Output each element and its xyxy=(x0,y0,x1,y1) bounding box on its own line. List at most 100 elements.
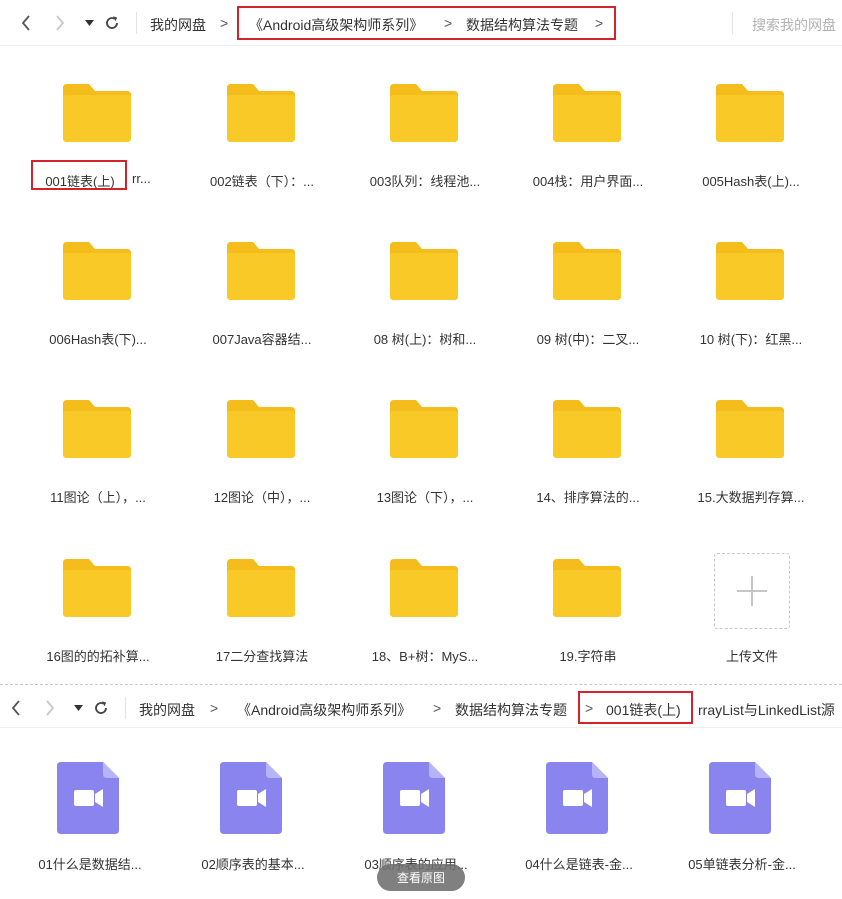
folder-icon xyxy=(553,242,621,300)
folder-item[interactable]: 12图论（中），... xyxy=(187,398,337,538)
folder-icon xyxy=(553,84,621,142)
video-file-icon xyxy=(220,762,282,834)
folder-item[interactable]: 08 树(上)：树和... xyxy=(350,240,500,380)
folder-icon xyxy=(716,84,784,142)
folder-name: 13图论（下），... xyxy=(376,490,474,505)
view-original-button[interactable]: 查看原图 xyxy=(377,864,465,891)
video-file-icon xyxy=(57,762,119,834)
folder-item[interactable]: 15.大数据判存算... xyxy=(676,398,826,538)
folder-icon xyxy=(390,242,458,300)
folder-name: 002链表（下）：... xyxy=(209,174,315,189)
folder-name: 007Java容器结... xyxy=(212,332,312,347)
folder-item[interactable]: 14、排序算法的... xyxy=(513,398,663,538)
folder-item[interactable]: 005Hash表(上)... xyxy=(676,82,826,222)
folder-name: 17二分查找算法 xyxy=(215,649,309,664)
video-file-item[interactable]: 04什么是链表-金... xyxy=(504,762,654,899)
folder-item[interactable]: 09 树(中)：二叉... xyxy=(513,240,663,380)
video-file-name: 02顺序表的基本... xyxy=(201,857,305,872)
breadcrumb-separator: > xyxy=(444,15,453,31)
folder-icon xyxy=(716,400,784,458)
folder-name: 08 树(上)：树和... xyxy=(373,332,477,347)
forward-icon[interactable] xyxy=(40,697,60,719)
nav-separator xyxy=(732,12,733,34)
breadcrumb-android-series[interactable]: 《Android高级架构师系列》 xyxy=(237,700,411,720)
upload-button[interactable] xyxy=(714,553,790,629)
top-navbar: 我的网盘 > 《Android高级架构师系列》 > 数据结构算法专题 > 搜索我… xyxy=(0,0,842,46)
video-file-name: 05单链表分析-金... xyxy=(688,857,796,872)
dropdown-caret-icon[interactable] xyxy=(71,699,85,717)
breadcrumb-separator: > xyxy=(433,700,442,716)
breadcrumb-current-folder[interactable]: 001链表(上) xyxy=(606,700,681,720)
breadcrumb-root[interactable]: 我的网盘 xyxy=(150,15,206,35)
nav-separator xyxy=(136,12,137,34)
folder-item[interactable]: 001链表(上) rr... xyxy=(23,82,173,222)
folder-icon xyxy=(63,559,131,617)
folder-name: 15.大数据判存算... xyxy=(697,490,805,505)
folder-item[interactable]: 002链表（下）：... xyxy=(187,82,337,222)
folder-item[interactable]: 003队列：线程池... xyxy=(350,82,500,222)
folder-icon xyxy=(63,242,131,300)
folder-icon xyxy=(553,400,621,458)
breadcrumb-algorithms[interactable]: 数据结构算法专题 xyxy=(466,15,578,35)
folder-icon xyxy=(390,84,458,142)
folder-item[interactable]: 13图论（下），... xyxy=(350,398,500,538)
folder-item[interactable]: 004栈：用户界面... xyxy=(513,82,663,222)
folder-item[interactable]: 007Java容器结... xyxy=(187,240,337,380)
video-file-name: 01什么是数据结... xyxy=(38,857,142,872)
folder-item[interactable]: 19.字符串 xyxy=(513,557,663,697)
screenshot-divider xyxy=(0,684,842,685)
breadcrumb-separator: > xyxy=(210,700,219,716)
back-icon[interactable] xyxy=(6,697,26,719)
folder-item[interactable]: 18、B+树：MyS... xyxy=(350,557,500,697)
video-file-item[interactable]: 02顺序表的基本... xyxy=(178,762,328,899)
second-navbar: 我的网盘 > 《Android高级架构师系列》 > 数据结构算法专题 > 001… xyxy=(0,688,842,728)
folder-name: 19.字符串 xyxy=(559,649,617,664)
video-file-icon xyxy=(383,762,445,834)
folder-name: 006Hash表(下)... xyxy=(49,332,147,347)
breadcrumb-separator: > xyxy=(585,700,594,716)
folder-icon xyxy=(227,84,295,142)
video-file-icon xyxy=(546,762,608,834)
video-file-name: 04什么是链表-金... xyxy=(525,857,633,872)
folder-name: 003队列：线程池... xyxy=(369,174,481,189)
nav-separator xyxy=(125,697,126,719)
folder-name-suffix: rr... xyxy=(132,171,151,186)
plus-icon xyxy=(737,576,767,606)
folder-icon xyxy=(63,400,131,458)
folder-icon xyxy=(63,84,131,142)
folder-icon xyxy=(227,400,295,458)
search-input[interactable]: 搜索我的网盘 xyxy=(752,15,836,35)
breadcrumb-current-suffix: rrayList与LinkedList源 xyxy=(698,702,835,718)
breadcrumb-algorithms[interactable]: 数据结构算法专题 xyxy=(455,700,567,720)
folder-name: 004栈：用户界面... xyxy=(532,174,644,189)
folder-item[interactable]: 17二分查找算法 xyxy=(187,557,337,697)
video-file-icon xyxy=(709,762,771,834)
folder-name: 001链表(上) xyxy=(45,174,115,189)
folder-icon xyxy=(227,559,295,617)
folder-name: 09 树(中)：二叉... xyxy=(536,332,640,347)
folder-icon xyxy=(716,242,784,300)
folder-item[interactable]: 006Hash表(下)... xyxy=(23,240,173,380)
folder-name: 16图的的拓补算... xyxy=(46,649,150,664)
video-file-item[interactable]: 05单链表分析-金... xyxy=(667,762,817,899)
breadcrumb-root[interactable]: 我的网盘 xyxy=(139,700,195,720)
folder-item[interactable]: 16图的的拓补算... xyxy=(23,557,173,697)
back-icon[interactable] xyxy=(16,12,36,34)
video-file-item[interactable]: 01什么是数据结... xyxy=(15,762,165,899)
folder-name: 10 树(下)：红黑... xyxy=(699,332,803,347)
refresh-icon[interactable] xyxy=(91,697,111,719)
folder-name: 12图论（中），... xyxy=(213,490,311,505)
refresh-icon[interactable] xyxy=(102,12,122,34)
folder-name: 14、排序算法的... xyxy=(536,490,640,505)
upload-label: 上传文件 xyxy=(725,649,778,664)
folder-item[interactable]: 10 树(下)：红黑... xyxy=(676,240,826,380)
folder-icon xyxy=(390,559,458,617)
breadcrumb-android-series[interactable]: 《Android高级架构师系列》 xyxy=(249,15,423,35)
dropdown-caret-icon[interactable] xyxy=(82,14,96,32)
breadcrumb-separator: > xyxy=(595,15,604,31)
folder-icon xyxy=(553,559,621,617)
folder-icon xyxy=(390,400,458,458)
forward-icon[interactable] xyxy=(50,12,70,34)
folder-item[interactable]: 11图论（上），... xyxy=(23,398,173,538)
folder-icon xyxy=(227,242,295,300)
